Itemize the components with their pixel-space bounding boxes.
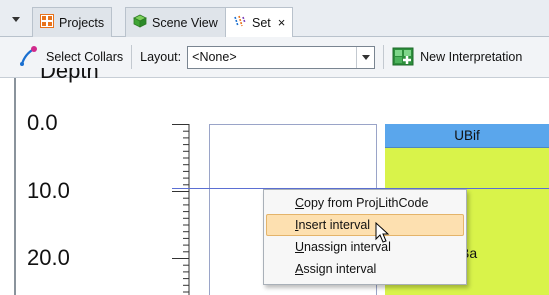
close-icon[interactable]: × [278, 15, 286, 30]
new-interpretation-button[interactable]: New Interpretation [392, 42, 522, 72]
view-border [14, 78, 16, 295]
select-collars-icon [18, 45, 40, 70]
depth-tick-label: 10.0 [27, 178, 70, 203]
menu-item-insert-interval[interactable]: Insert interval [266, 214, 464, 236]
chevron-down-icon [12, 16, 20, 22]
tab-scene-view[interactable]: Scene View [125, 7, 226, 37]
tab-projects-label: Projects [59, 15, 105, 30]
layout-select-value: <None> [192, 50, 237, 64]
mouse-pointer-icon [375, 222, 390, 243]
depth-tick-label: 0.0 [27, 110, 58, 135]
projects-grid-icon [40, 14, 54, 31]
chevron-down-icon [361, 54, 370, 60]
tab-set-label: Set [252, 15, 271, 30]
tab-scene-view-label: Scene View [152, 15, 218, 30]
toolbar-separator [383, 45, 385, 69]
toolbar-separator [131, 45, 133, 69]
drillhole-set-icon [233, 14, 247, 31]
tab-projects[interactable]: Projects [32, 7, 113, 37]
depth-ruler [172, 124, 190, 295]
menu-item-copy-from-projlithcode[interactable]: Copy from ProjLithCode [266, 192, 464, 214]
context-menu: Copy from ProjLithCode Insert interval U… [263, 189, 467, 285]
select-collars-label: Select Collars [46, 50, 124, 64]
layout-label: Layout: [140, 50, 182, 64]
unit-header: UBif [385, 124, 549, 148]
menu-item-unassign-interval[interactable]: Unassign interval [266, 236, 464, 258]
layout-select[interactable]: <None> [187, 45, 376, 69]
tab-list-dropdown-button[interactable] [5, 8, 27, 30]
new-interpretation-label: New Interpretation [420, 50, 523, 64]
depth-tick-label: 20.0 [27, 245, 70, 270]
layout-dropdown-button[interactable] [356, 46, 374, 68]
new-interpretation-icon [392, 45, 414, 70]
depth-axis-title: Depth [40, 68, 99, 83]
menu-item-assign-interval[interactable]: Assign interval [266, 258, 464, 280]
tab-strip: Projects Scene View Set × [0, 0, 549, 38]
scene-cube-icon [133, 14, 147, 31]
tab-set[interactable]: Set × [225, 7, 294, 38]
